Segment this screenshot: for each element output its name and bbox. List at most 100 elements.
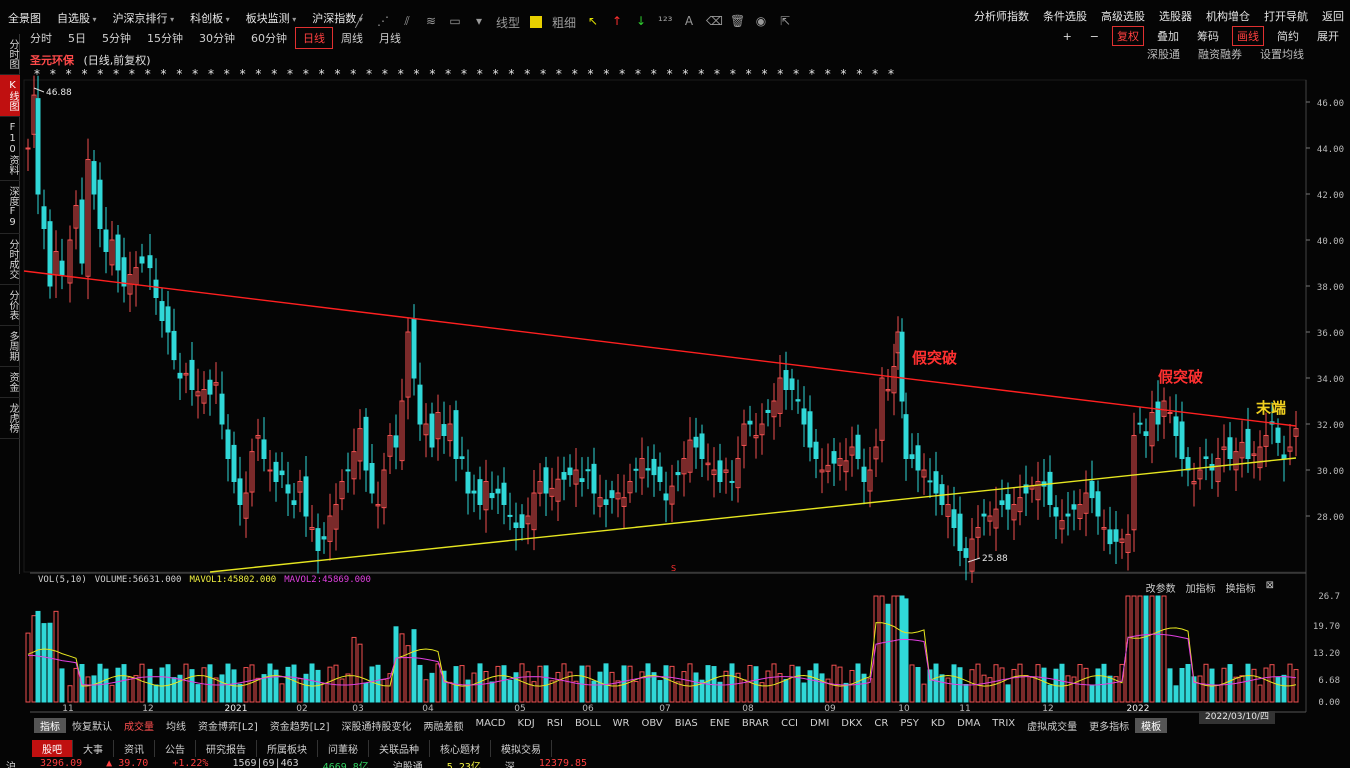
month-label: 03 [352, 704, 363, 714]
indicator-tab[interactable]: WR [607, 718, 636, 733]
indicator-tab[interactable]: BRAR [736, 718, 775, 733]
candle-body [561, 472, 567, 480]
candle-body [981, 513, 987, 517]
volume-bar [1173, 685, 1179, 703]
candle-body [693, 436, 699, 448]
indicator-tab[interactable]: ENE [704, 718, 736, 733]
volume-bar [1161, 595, 1167, 703]
ticker-item: 3296.09 [40, 758, 83, 768]
month-label: 2021 [225, 704, 248, 714]
volume-bar [975, 663, 981, 703]
indicator-tab[interactable]: OBV [636, 718, 669, 733]
indicator-action[interactable]: 改参数 [1146, 580, 1176, 595]
volume-bar [915, 667, 921, 703]
indicator-tab[interactable]: KDJ [511, 718, 540, 733]
indicator-tab[interactable]: BOLL [569, 718, 607, 733]
bottom-tab[interactable]: 模拟交易 [491, 740, 552, 757]
volume-bar [1149, 595, 1155, 703]
bottom-tab[interactable]: 大事 [73, 740, 114, 757]
indicator-tab[interactable]: 虚拟成交量 [1021, 718, 1083, 733]
candle-body [139, 256, 145, 264]
indicator-tab[interactable]: MACD [470, 718, 512, 733]
candle-body [207, 379, 213, 395]
candle-body [729, 480, 735, 483]
indicator-tabs: 指标 恢复默认 成交量 均线 资金博弈[L2] 资金趋势[L2] 深股通持股变化 两融差额 MA… [34, 718, 1168, 733]
indicator-tab[interactable]: 更多指标 [1083, 718, 1135, 733]
false-breakout-label-1: 假突破 [912, 349, 957, 367]
candle-body [633, 468, 639, 471]
high-price-label: 46.88 [46, 88, 72, 98]
volume-bar [531, 681, 537, 703]
indicator-tab[interactable]: 资金趋势[L2] [264, 718, 336, 733]
bottom-tab[interactable]: 问董秘 [318, 740, 369, 757]
volume-bar [1179, 667, 1185, 703]
indicator-tab[interactable]: DKX [835, 718, 868, 733]
volume-bar [795, 666, 801, 703]
volume-bar [987, 677, 993, 703]
volume-bar [813, 663, 819, 703]
candle-body [1095, 491, 1101, 517]
indicator-tab[interactable]: DMI [804, 718, 835, 733]
candle-body [513, 522, 519, 529]
month-label: 09 [824, 704, 836, 714]
s-marker: S [671, 564, 676, 573]
volume-bar [945, 677, 951, 703]
bottom-tab[interactable]: 公告 [155, 740, 196, 757]
ticker-item: 12379.85 [538, 758, 588, 768]
bottom-tab[interactable]: 所属板块 [257, 740, 318, 757]
bottom-tab[interactable]: 研究报告 [196, 740, 257, 757]
indicator-tab[interactable]: 恢复默认 [66, 718, 118, 733]
kline-chart[interactable]: 46.00 44.00 42.00 40.00 38.00 36.00 34.00 32.00… [0, 0, 1350, 768]
candle-body [1185, 457, 1191, 471]
month-label: 10 [898, 704, 910, 714]
indicator-tab[interactable]: BIAS [669, 718, 704, 733]
volume-bar [675, 681, 681, 703]
volume-tick-label: 13.20 [1313, 649, 1340, 659]
indicator-tab[interactable]: 成交量 [118, 718, 160, 733]
candle-body [345, 469, 351, 472]
indicator-action[interactable]: 加指标 [1186, 580, 1216, 595]
indicator-action[interactable]: 换指标 [1226, 580, 1256, 595]
indicator-tab[interactable]: TRIX [986, 718, 1021, 733]
candle-body [315, 528, 321, 551]
candle-body [909, 454, 915, 459]
indicator-tab[interactable]: KD [925, 718, 951, 733]
volume-bar [459, 665, 465, 703]
indicator-tab[interactable]: 模板 [1135, 718, 1168, 733]
indicator-tab[interactable]: DMA [951, 718, 986, 733]
volume-tick-label: 6.68 [1318, 676, 1340, 686]
candle-body [1167, 412, 1173, 414]
volume-bar [73, 667, 79, 703]
indicator-tab[interactable]: 资金博弈[L2] [192, 718, 264, 733]
volume-bar [489, 681, 495, 703]
bottom-tab[interactable]: 资讯 [114, 740, 155, 757]
indicator-tab[interactable]: PSY [894, 718, 925, 733]
indicator-tab[interactable]: RSI [541, 718, 569, 733]
bottom-tab[interactable]: 股吧 [32, 740, 73, 757]
candle-body [363, 416, 369, 471]
bottom-tab[interactable]: 核心题材 [430, 740, 491, 757]
indicator-tab[interactable]: 深股通持股变化 [336, 718, 418, 733]
volume-bar [423, 679, 429, 703]
indicator-tab[interactable]: CR [868, 718, 894, 733]
price-tick-label: 44.00 [1317, 145, 1344, 155]
volume-bar [411, 629, 417, 703]
volume-bar [103, 668, 109, 703]
bottom-tab[interactable]: 关联品种 [369, 740, 430, 757]
close-icon[interactable]: ⊠ [1266, 580, 1274, 595]
candle-body [795, 399, 801, 402]
candle-body [47, 221, 53, 287]
volume-bar [381, 678, 387, 703]
price-tick-label: 28.00 [1317, 513, 1344, 523]
indicator-tab[interactable]: CCI [775, 718, 804, 733]
volume-bar [31, 615, 37, 703]
candle-body [663, 493, 669, 501]
candle-body [291, 500, 297, 505]
volume-bar [681, 671, 687, 703]
candle-body [59, 260, 65, 275]
indicator-tab[interactable]: 两融差额 [418, 718, 470, 733]
volume-bar [1101, 663, 1107, 703]
indicator-tab[interactable]: 指标 [34, 718, 66, 733]
volume-bar [909, 664, 915, 703]
indicator-tab[interactable]: 均线 [160, 718, 192, 733]
